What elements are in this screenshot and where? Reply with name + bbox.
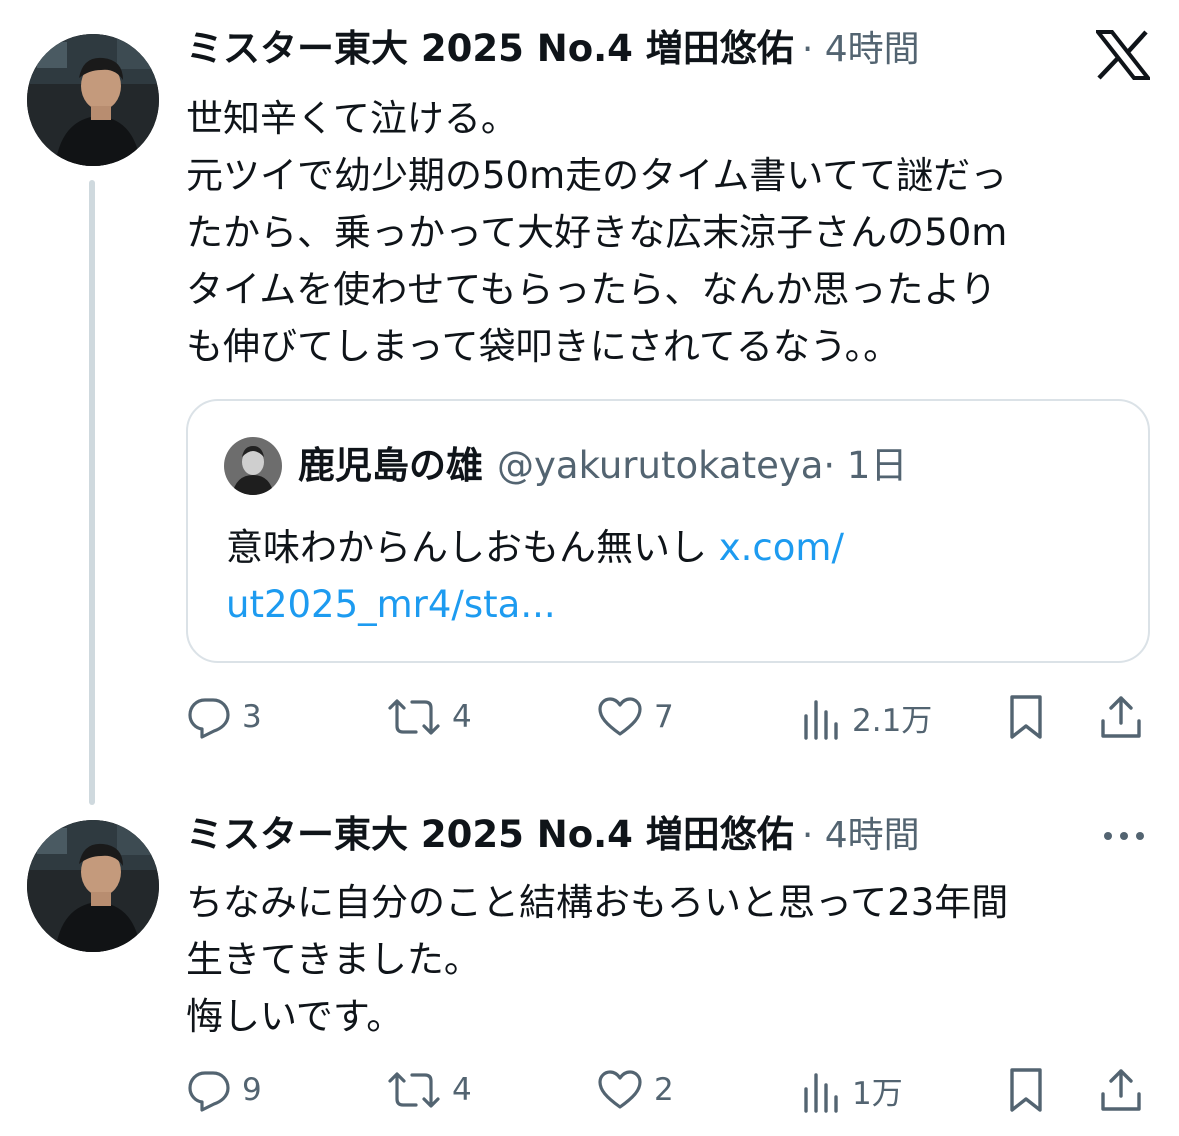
quote-link[interactable]: ut2025_mr4/sta... xyxy=(226,583,556,626)
action-bar: 9 4 2 1万 xyxy=(186,1065,1150,1115)
tweet-header: ミスター東大 2025 No.4 増田悠佑 · 4時間 xyxy=(186,26,920,73)
bookmark-button[interactable] xyxy=(1006,1065,1046,1115)
timestamp[interactable]: · 4時間 xyxy=(802,813,920,859)
retweet-icon xyxy=(386,1067,442,1113)
retweet-button[interactable]: 4 xyxy=(386,692,472,742)
more-icon[interactable] xyxy=(1100,826,1148,846)
share-button[interactable] xyxy=(1098,692,1144,742)
share-icon xyxy=(1098,693,1144,741)
tweet-text-line: タイムを使わせてもらったら、なんか思ったより xyxy=(186,268,997,311)
quote-timestamp[interactable]: · 1日 xyxy=(823,443,907,489)
quote-header: 鹿児島の雄 @yakurutokateya · 1日 xyxy=(298,443,907,489)
tweet-text-line: 世知辛くて泣ける。 xyxy=(186,97,518,140)
tweet-text: 世知辛くて泣ける。 元ツイで幼少期の50m走のタイム書いてて謎だっ たから、乗っ… xyxy=(186,90,1007,375)
quote-handle[interactable]: @yakurutokateya xyxy=(497,443,823,489)
timestamp[interactable]: · 4時間 xyxy=(802,27,920,73)
views-button[interactable]: 2.1万 xyxy=(802,692,932,742)
tweet-header: ミスター東大 2025 No.4 増田悠佑 · 4時間 xyxy=(186,812,920,859)
tweet-text-line: 元ツイで幼少期の50m走のタイム書いてて謎だっ xyxy=(186,154,1008,197)
like-count: 7 xyxy=(654,699,674,735)
tweet-thread: ミスター東大 2025 No.4 増田悠佑 · 4時間 世知辛くて泣ける。 元ツ… xyxy=(0,0,1179,1136)
like-count: 2 xyxy=(654,1072,674,1108)
like-icon xyxy=(596,694,644,740)
quote-link[interactable]: x.com/ xyxy=(719,526,844,569)
views-icon xyxy=(802,1067,842,1113)
bookmark-icon xyxy=(1006,1066,1046,1114)
reply-count: 9 xyxy=(242,1072,262,1108)
action-bar: 3 4 7 2.1万 xyxy=(186,692,1150,742)
like-icon xyxy=(596,1067,644,1113)
retweet-count: 4 xyxy=(452,699,472,735)
retweet-count: 4 xyxy=(452,1072,472,1108)
avatar[interactable] xyxy=(27,820,159,952)
bookmark-icon xyxy=(1006,693,1046,741)
tweet-text-line: も伸びてしまって袋叩きにされてるなう。。 xyxy=(186,325,901,368)
bookmark-button[interactable] xyxy=(1006,692,1046,742)
quote-text-body: 意味わからんしおもん無いし xyxy=(226,526,719,569)
tweet-text-line: 生きてきました。 xyxy=(186,938,481,981)
display-name[interactable]: ミスター東大 2025 No.4 増田悠佑 xyxy=(186,812,794,858)
like-button[interactable]: 7 xyxy=(596,692,674,742)
avatar[interactable] xyxy=(27,34,159,166)
views-count: 1万 xyxy=(852,1075,903,1112)
views-icon xyxy=(802,694,842,740)
like-button[interactable]: 2 xyxy=(596,1065,674,1115)
tweet-text-line: ちなみに自分のこと結構おもろいと思って23年間 xyxy=(186,881,1009,924)
reply-icon xyxy=(186,694,232,740)
reply-button[interactable]: 9 xyxy=(186,1065,262,1115)
quote-avatar[interactable] xyxy=(224,437,282,495)
thread-line xyxy=(89,180,95,805)
views-button[interactable]: 1万 xyxy=(802,1065,903,1115)
reply-button[interactable]: 3 xyxy=(186,692,262,742)
tweet-text: ちなみに自分のこと結構おもろいと思って23年間 生きてきました。 悔しいです。 xyxy=(186,874,1008,1045)
retweet-button[interactable]: 4 xyxy=(386,1065,472,1115)
display-name[interactable]: ミスター東大 2025 No.4 増田悠佑 xyxy=(186,26,794,72)
tweet-text-line: 悔しいです。 xyxy=(186,995,404,1038)
share-button[interactable] xyxy=(1098,1065,1144,1115)
tweet-text-line: たから、乗っかって大好きな広末涼子さんの50m xyxy=(186,211,1008,254)
quote-display-name[interactable]: 鹿児島の雄 xyxy=(298,443,483,489)
quote-tweet[interactable]: 鹿児島の雄 @yakurutokateya · 1日 意味わからんしおもん無いし… xyxy=(186,399,1150,663)
quote-text: 意味わからんしおもん無いし x.com/ ut2025_mr4/sta... xyxy=(226,519,844,633)
retweet-icon xyxy=(386,694,442,740)
reply-icon xyxy=(186,1067,232,1113)
views-count: 2.1万 xyxy=(852,702,933,739)
share-icon xyxy=(1098,1066,1144,1114)
x-logo-icon[interactable] xyxy=(1093,30,1153,80)
reply-count: 3 xyxy=(242,699,262,735)
